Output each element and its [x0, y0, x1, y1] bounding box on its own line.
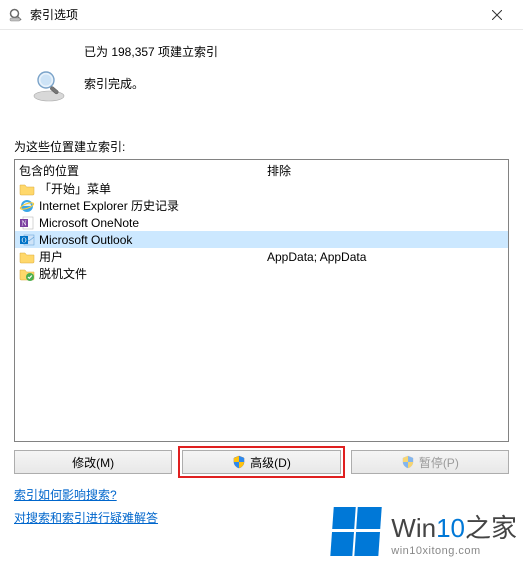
list-item[interactable]: 脱机文件 [15, 265, 508, 282]
button-row: 修改(M) 高级(D) [14, 450, 509, 474]
list-item-label: Microsoft OneNote [39, 216, 263, 230]
watermark-url: win10xitong.com [391, 545, 480, 557]
dialog-content: 已为 198,357 项建立索引 索引完成。 为这些位置建立索引: 包含的位置 … [0, 30, 523, 532]
shield-icon [232, 455, 246, 469]
magnifier-icon [14, 40, 84, 102]
outlook-icon: O [19, 232, 35, 248]
list-item-label: Microsoft Outlook [39, 233, 263, 247]
list-item-label: 脱机文件 [39, 265, 263, 282]
list-item[interactable]: O Microsoft Outlook [15, 231, 508, 248]
list-item-label: Internet Explorer 历史记录 [39, 197, 263, 214]
index-count-label: 已为 198,357 项建立索引 [84, 42, 218, 64]
titlebar: 索引选项 [0, 0, 523, 30]
list-item-label: 用户 [39, 248, 263, 265]
help-link-troubleshoot[interactable]: 对搜索和索引进行疑难解答 [14, 509, 158, 526]
pause-button: 暂停(P) [351, 450, 509, 474]
modify-button[interactable]: 修改(M) [14, 450, 172, 474]
list-item[interactable]: 「开始」菜单 [15, 180, 508, 197]
column-excluded[interactable]: 排除 [263, 162, 508, 179]
shield-icon [401, 455, 415, 469]
indexing-options-icon [8, 7, 24, 23]
list-item[interactable]: N Microsoft OneNote [15, 214, 508, 231]
list-item-exclude: AppData; AppData [263, 250, 508, 264]
svg-text:O: O [21, 236, 26, 244]
index-complete-label: 索引完成。 [84, 74, 218, 96]
ie-icon [19, 198, 35, 214]
svg-text:N: N [21, 219, 26, 227]
close-button[interactable] [477, 1, 517, 29]
folder-icon [19, 181, 35, 197]
list-item[interactable]: 用户AppData; AppData [15, 248, 508, 265]
help-link-search[interactable]: 索引如何影响搜索? [14, 486, 117, 503]
locations-section-label: 为这些位置建立索引: [14, 138, 509, 155]
offline-icon [19, 266, 35, 282]
list-header: 包含的位置 排除 [15, 160, 508, 180]
windows-logo-icon [329, 506, 385, 558]
locations-list[interactable]: 包含的位置 排除 「开始」菜单Internet Explorer 历史记录 N Mi… [14, 159, 509, 442]
modify-button-label: 修改(M) [72, 454, 114, 471]
list-item-label: 「开始」菜单 [39, 180, 263, 197]
watermark: Win10之家 win10xitong.com [331, 506, 517, 558]
pause-button-label: 暂停(P) [419, 454, 459, 471]
folder-icon [19, 249, 35, 265]
advanced-button[interactable]: 高级(D) [182, 450, 340, 474]
onenote-icon: N [19, 215, 35, 231]
list-item[interactable]: Internet Explorer 历史记录 [15, 197, 508, 214]
status-row: 已为 198,357 项建立索引 索引完成。 [14, 40, 509, 102]
window-title: 索引选项 [30, 6, 477, 23]
column-included[interactable]: 包含的位置 [15, 162, 263, 179]
close-icon [492, 10, 502, 20]
watermark-brand: Win10之家 [391, 508, 517, 545]
advanced-button-label: 高级(D) [250, 454, 291, 471]
